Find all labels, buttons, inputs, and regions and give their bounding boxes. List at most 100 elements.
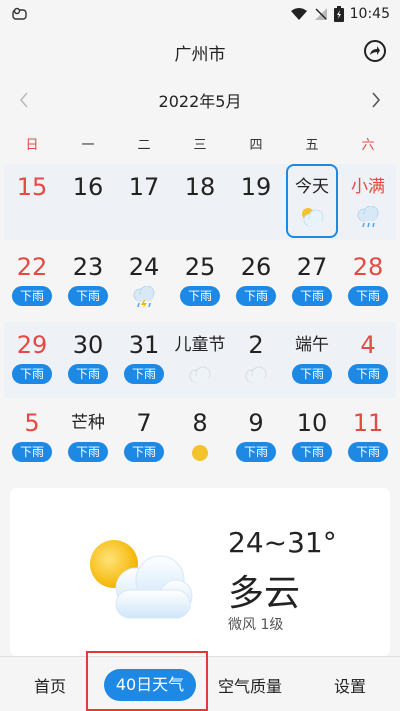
weather-condition: 多云	[228, 573, 301, 614]
calendar-day[interactable]: 16	[60, 164, 116, 240]
tab-home[interactable]: 首页	[0, 657, 100, 711]
week-row-3: 29 下雨 30 下雨 31 下雨 儿童节 2 端午 下雨 4 下雨	[4, 322, 396, 398]
weather-notification-icon	[12, 7, 27, 20]
calendar-day[interactable]: 23 下雨	[60, 244, 116, 320]
day-number: 芒种	[71, 413, 105, 433]
weekday-header: 日 一 二 三 四 五 六	[4, 134, 396, 158]
city-title: 广州市	[174, 44, 226, 65]
rain-badge: 下雨	[348, 364, 388, 384]
day-number: 24	[128, 253, 160, 281]
day-number: 23	[72, 253, 104, 281]
week-row-2: 22 下雨 23 下雨 24 25 下雨 26 下雨 27 下雨 28 下雨	[4, 244, 396, 320]
tab-40-day-weather[interactable]: 40日天气	[100, 657, 200, 711]
calendar-day[interactable]: 芒种 下雨	[60, 400, 116, 476]
temperature-range: 24~31°	[228, 526, 337, 559]
calendar-day[interactable]: 26 下雨	[228, 244, 284, 320]
calendar-day[interactable]: 儿童节	[172, 322, 228, 398]
rain-badge: 下雨	[124, 364, 164, 384]
rain-badge: 下雨	[12, 286, 52, 306]
status-bar: 10:45	[0, 0, 400, 28]
calendar-day[interactable]: 25 下雨	[172, 244, 228, 320]
rain-badge: 下雨	[68, 364, 108, 384]
tab-home-label: 首页	[33, 676, 66, 696]
overcast-icon	[186, 364, 214, 386]
rain-badge: 下雨	[348, 286, 388, 306]
wind-info: 微风 1级	[228, 617, 284, 633]
calendar-day[interactable]: 端午 下雨	[284, 322, 340, 398]
day-number: 儿童节	[174, 335, 226, 355]
month-bar: 2022年5月	[0, 80, 400, 120]
day-number: 11	[352, 409, 384, 437]
weekday-label: 日	[25, 138, 39, 153]
calendar-day[interactable]: 24	[116, 244, 172, 320]
day-number: 今天	[295, 177, 329, 197]
weekday-label: 二	[137, 138, 151, 153]
rain-badge: 下雨	[68, 286, 108, 306]
bottom-nav: 首页 40日天气 空气质量 设置	[0, 656, 400, 711]
weekday-label: 四	[249, 138, 263, 153]
battery-icon	[333, 6, 344, 22]
status-right: 10:45	[290, 6, 390, 22]
day-number: 小满	[351, 177, 385, 197]
rain-badge: 下雨	[68, 442, 108, 462]
calendar-day[interactable]: 9 下雨	[228, 400, 284, 476]
calendar-day[interactable]: 5 下雨	[4, 400, 60, 476]
day-number: 26	[240, 253, 272, 281]
day-number: 29	[16, 331, 48, 359]
calendar-day[interactable]: 11 下雨	[340, 400, 396, 476]
tab-air-quality[interactable]: 空气质量	[200, 657, 300, 711]
chevron-left-icon	[19, 92, 28, 108]
chevron-right-icon	[372, 92, 381, 108]
day-number: 10	[296, 409, 328, 437]
prev-month-button[interactable]	[12, 88, 36, 112]
weekday-label: 一	[81, 138, 95, 153]
rain-badge: 下雨	[12, 364, 52, 384]
day-number: 7	[136, 409, 152, 437]
share-button[interactable]	[364, 40, 386, 62]
week-row-4: 5 下雨 芒种 下雨 7 下雨 8 9 下雨 10 下雨 11 下雨	[4, 400, 396, 476]
calendar-day[interactable]: 2	[228, 322, 284, 398]
calendar-day[interactable]: 27 下雨	[284, 244, 340, 320]
calendar-day[interactable]: 8	[172, 400, 228, 476]
cloudy-icon	[298, 206, 326, 228]
day-number: 9	[248, 409, 264, 437]
calendar-day[interactable]: 15	[4, 164, 60, 240]
overcast-icon	[242, 364, 270, 386]
week-row-1: 15 16 17 18 19 今天 小满	[4, 164, 396, 240]
calendar-day[interactable]: 31 下雨	[116, 322, 172, 398]
calendar-day[interactable]: 18	[172, 164, 228, 240]
calendar-day[interactable]: 4 下雨	[340, 322, 396, 398]
day-number: 30	[72, 331, 104, 359]
rain-badge: 下雨	[236, 442, 276, 462]
month-title: 2022年5月	[158, 92, 242, 111]
calendar-day[interactable]: 小满	[340, 164, 396, 240]
rain-cloud-icon	[354, 206, 382, 228]
calendar-day[interactable]: 22 下雨	[4, 244, 60, 320]
share-arrow-icon	[370, 46, 380, 55]
status-time: 10:45	[349, 6, 390, 22]
rain-badge: 下雨	[292, 364, 332, 384]
calendar-day[interactable]: 30 下雨	[60, 322, 116, 398]
header: 广州市	[0, 28, 400, 76]
weekday-label: 五	[305, 138, 319, 153]
tab-settings[interactable]: 设置	[300, 657, 400, 711]
calendar-day[interactable]: 17	[116, 164, 172, 240]
calendar-day[interactable]: 19	[228, 164, 284, 240]
day-number: 17	[128, 173, 160, 201]
rain-badge: 下雨	[292, 442, 332, 462]
tab-air-quality-label: 空气质量	[217, 676, 282, 696]
thunder-rain-icon	[130, 286, 158, 308]
tab-40-day-weather-label: 40日天气	[103, 668, 197, 701]
rain-badge: 下雨	[124, 442, 164, 462]
today-weather-card[interactable]: 24~31° 多云 微风 1级	[10, 488, 390, 656]
calendar-day[interactable]: 29 下雨	[4, 322, 60, 398]
calendar-day[interactable]: 7 下雨	[116, 400, 172, 476]
calendar-day[interactable]: 10 下雨	[284, 400, 340, 476]
day-number: 28	[352, 253, 384, 281]
next-month-button[interactable]	[364, 88, 388, 112]
day-number: 18	[184, 173, 216, 201]
day-number: 15	[16, 173, 48, 201]
calendar-day-today[interactable]: 今天	[284, 164, 340, 240]
rain-badge: 下雨	[180, 286, 220, 306]
calendar-day[interactable]: 28 下雨	[340, 244, 396, 320]
